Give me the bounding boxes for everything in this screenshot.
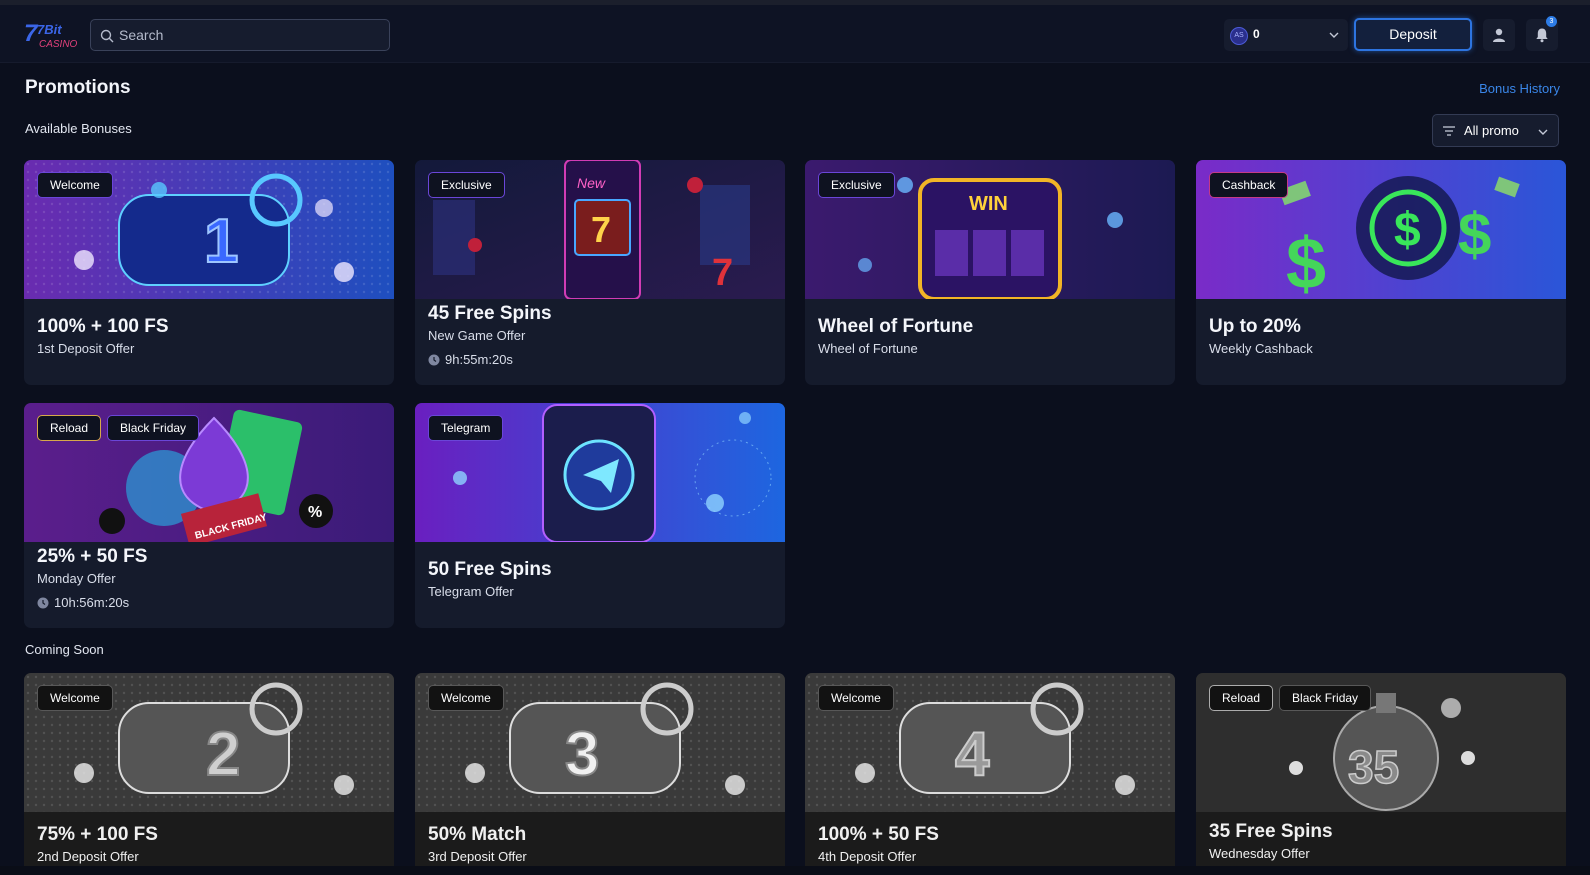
coming-soon-card[interactable]: 35 Reload Black Friday 35 Free Spins Wed… xyxy=(1196,673,1566,873)
balance-selector[interactable]: AS 0 xyxy=(1224,19,1348,51)
promo-tags: Reload Black Friday xyxy=(37,415,200,441)
promo-subtitle: 1st Deposit Offer xyxy=(37,341,135,356)
promo-tags: Welcome xyxy=(428,685,504,711)
promo-tag: Reload xyxy=(37,415,102,441)
promo-title: 35 Free Spins xyxy=(1209,821,1333,842)
bottom-border xyxy=(0,866,1590,875)
promo-title: 50% Match xyxy=(428,824,527,845)
chevron-down-icon xyxy=(1538,129,1548,135)
svg-text:$: $ xyxy=(1458,201,1491,268)
notification-count-badge: 3 xyxy=(1546,16,1557,27)
art-number: 4 xyxy=(955,720,990,789)
page-title: Promotions xyxy=(25,77,131,98)
promo-subtitle: Weekly Cashback xyxy=(1209,341,1313,356)
promo-tag: Exclusive xyxy=(818,172,895,198)
promo-card[interactable]: Telegram 50 Free Spins Telegram Offer xyxy=(415,403,785,628)
svg-text:7: 7 xyxy=(712,252,733,294)
promo-subtitle: 2nd Deposit Offer xyxy=(37,849,139,864)
filter-icon xyxy=(1443,126,1455,136)
search-box[interactable] xyxy=(90,19,390,51)
promo-title: 50 Free Spins xyxy=(428,559,552,580)
promo-title: 45 Free Spins xyxy=(428,303,552,324)
available-bonuses-heading: Available Bonuses xyxy=(25,121,132,136)
promo-tag: Black Friday xyxy=(1279,685,1372,711)
promo-tags: Telegram xyxy=(428,415,504,441)
coming-soon-card[interactable]: 3 Welcome 50% Match 3rd Deposit Offer xyxy=(415,673,785,873)
top-header: 7 7Bit CASINO AS 0 Deposit 3 xyxy=(0,5,1590,63)
logo-subtext: CASINO xyxy=(39,39,78,50)
promo-tag: Black Friday xyxy=(107,415,200,441)
promo-tags: Exclusive xyxy=(428,172,505,198)
promo-card[interactable]: 1 Welcome 100% + 100 FS 1st Deposit Offe… xyxy=(24,160,394,385)
promo-subtitle: Monday Offer xyxy=(37,571,116,586)
bonus-history-link[interactable]: Bonus History xyxy=(1479,81,1560,96)
promo-tag: Welcome xyxy=(428,685,504,711)
coming-soon-heading: Coming Soon xyxy=(25,642,104,657)
clock-icon xyxy=(428,354,440,365)
chevron-down-icon xyxy=(1329,32,1339,38)
art-number: 1 xyxy=(204,207,238,276)
user-icon xyxy=(1493,28,1505,42)
promo-tags: Cashback xyxy=(1209,172,1289,198)
promo-subtitle: Wednesday Offer xyxy=(1209,846,1310,861)
promo-card[interactable]: WIN Exclusive Wheel of Fortune Wheel of … xyxy=(805,160,1175,385)
promo-tags: Exclusive xyxy=(818,172,895,198)
promo-card[interactable]: BLACK FRIDAY % Reload Black Friday 25% +… xyxy=(24,403,394,628)
art-label: WIN xyxy=(969,193,1008,215)
countdown-text: 10h:56m:20s xyxy=(54,595,130,610)
promo-subtitle: 3rd Deposit Offer xyxy=(428,849,527,864)
search-icon xyxy=(100,29,114,43)
promo-tag: Welcome xyxy=(37,172,113,198)
promo-tag: Reload xyxy=(1209,685,1274,711)
svg-text:%: % xyxy=(308,504,322,521)
art-number: 2 xyxy=(206,720,240,789)
art-number: 3 xyxy=(565,720,599,789)
casino-logo[interactable]: 7 7Bit CASINO xyxy=(24,19,80,51)
art-symbol: $ xyxy=(1394,204,1421,257)
promo-subtitle: Wheel of Fortune xyxy=(818,341,918,356)
promo-tags: Welcome xyxy=(37,172,113,198)
filter-label: All promo xyxy=(1464,123,1519,138)
promo-subtitle: New Game Offer xyxy=(428,328,526,343)
art-number: 35 xyxy=(1348,741,1399,793)
promo-subtitle: Telegram Offer xyxy=(428,584,514,599)
promo-title: 75% + 100 FS xyxy=(37,824,158,845)
svg-text:$: $ xyxy=(1286,224,1326,299)
currency-icon: AS xyxy=(1230,27,1248,45)
countdown-text: 9h:55m:20s xyxy=(445,352,513,367)
profile-button[interactable] xyxy=(1483,19,1515,51)
promo-title: 100% + 50 FS xyxy=(818,824,939,845)
promo-card[interactable]: $ $ $ Cashback Up to 20% Weekly Cashback xyxy=(1196,160,1566,385)
promo-title: Up to 20% xyxy=(1209,316,1301,337)
logo-text: 7Bit xyxy=(37,22,62,37)
promo-card[interactable]: 7 New 7 Exclusive 45 Free Spins New Game… xyxy=(415,160,785,385)
promo-countdown: 9h:55m:20s xyxy=(428,352,513,367)
promo-tag: Welcome xyxy=(818,685,894,711)
notifications-button[interactable]: 3 xyxy=(1526,16,1558,51)
search-input[interactable] xyxy=(119,20,379,50)
promo-countdown: 10h:56m:20s xyxy=(37,595,129,610)
art-label: New xyxy=(577,175,606,191)
promo-subtitle: 4th Deposit Offer xyxy=(818,849,917,864)
deposit-button[interactable]: Deposit xyxy=(1354,18,1472,51)
svg-text:7: 7 xyxy=(591,209,611,250)
clock-icon xyxy=(37,597,49,608)
promo-tag: Welcome xyxy=(37,685,113,711)
promo-title: 25% + 50 FS xyxy=(37,546,148,567)
promo-tag: Cashback xyxy=(1209,172,1289,198)
promo-tags: Welcome xyxy=(37,685,113,711)
promo-tag: Exclusive xyxy=(428,172,505,198)
balance-amount: 0 xyxy=(1253,27,1260,41)
bell-icon xyxy=(1536,28,1548,43)
promo-tags: Reload Black Friday xyxy=(1209,685,1372,711)
coming-soon-card[interactable]: 4 Welcome 100% + 50 FS 4th Deposit Offer xyxy=(805,673,1175,873)
promo-title: Wheel of Fortune xyxy=(818,316,974,337)
promo-tag: Telegram xyxy=(428,415,504,441)
promo-filter-dropdown[interactable]: All promo xyxy=(1432,114,1559,147)
coming-soon-card[interactable]: 2 Welcome 75% + 100 FS 2nd Deposit Offer xyxy=(24,673,394,873)
promo-title: 100% + 100 FS xyxy=(37,316,169,337)
promo-tags: Welcome xyxy=(818,685,894,711)
